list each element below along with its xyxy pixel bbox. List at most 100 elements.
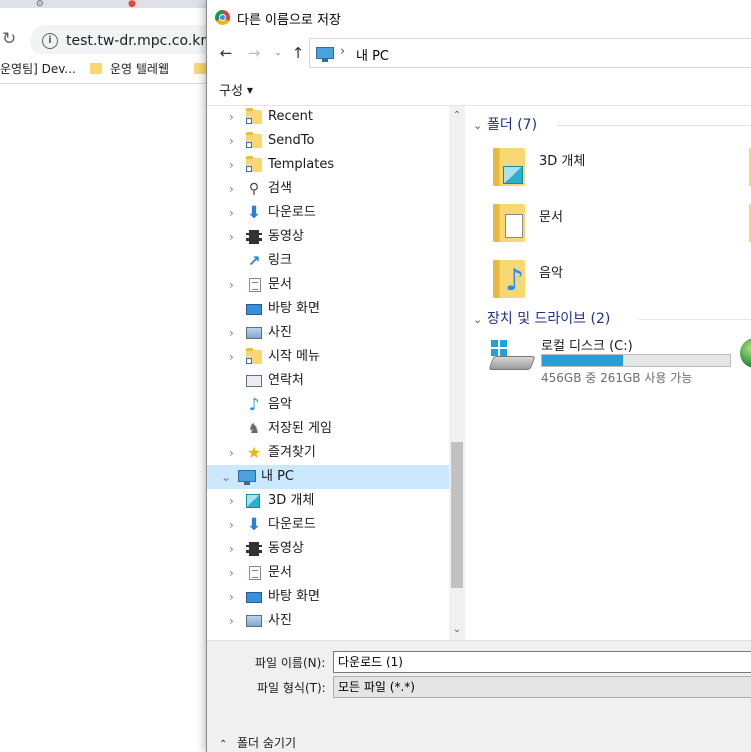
scrollbar-thumb[interactable]: [451, 442, 463, 588]
desktop-icon: [246, 592, 262, 603]
chevron-right-icon[interactable]: ›: [229, 129, 239, 153]
nav-tree-item[interactable]: ↗ 링크: [207, 249, 449, 273]
address-bar[interactable]: › 내 PC: [309, 38, 751, 68]
drive-usage-bar: [541, 354, 731, 367]
chevron-right-icon[interactable]: ›: [229, 609, 239, 633]
nav-tree-item[interactable]: › 사진: [207, 609, 449, 633]
chevron-right-icon[interactable]: ›: [229, 489, 239, 513]
nav-tree-item[interactable]: › SendTo: [207, 129, 449, 153]
nav-tree-item-label: Recent: [268, 109, 313, 124]
folders-group-header[interactable]: ⌄ 폴더 (7): [473, 114, 751, 136]
nav-tree-item[interactable]: › 동영상: [207, 225, 449, 249]
chevron-right-icon[interactable]: ›: [229, 441, 239, 465]
chevron-right-icon[interactable]: ›: [229, 273, 239, 297]
omnibox-url[interactable]: test.tw-dr.mpc.co.kr: [66, 33, 206, 49]
chevron-right-icon[interactable]: ›: [229, 177, 239, 201]
tab-fragment[interactable]: ●: [128, 0, 136, 8]
nav-tree-item[interactable]: › ⬇ 다운로드: [207, 201, 449, 225]
picture-icon: [246, 615, 262, 627]
group-collapse-chevron-icon[interactable]: ⌄: [473, 309, 487, 331]
bookmark-item[interactable]: 운영팀] Dev...: [0, 59, 76, 79]
back-arrow-icon[interactable]: ←: [217, 44, 235, 62]
nav-tree-item[interactable]: › 동영상: [207, 537, 449, 561]
folder-item-3d-objects[interactable]: 3D 개체: [493, 144, 693, 196]
drive-item-local-disk-c[interactable]: 로컬 디스크 (C:) 456GB 중 261GB 사용 가능: [488, 334, 739, 385]
favorites-star-icon: ★: [246, 443, 262, 462]
scroll-down-icon[interactable]: ⌄: [449, 624, 465, 636]
shortcut-folder-icon: [246, 132, 262, 148]
nav-tree-item-label: 동영상: [268, 229, 304, 244]
nav-tree-item[interactable]: › Templates: [207, 153, 449, 177]
chevron-right-icon[interactable]: ›: [229, 561, 239, 585]
nav-tree-item-label: 음악: [268, 397, 292, 412]
this-pc-icon: [238, 470, 256, 485]
drive-free-space: 456GB 중 261GB 사용 가능: [541, 371, 693, 385]
nav-tree-item-label: 동영상: [268, 541, 304, 556]
chevron-right-icon[interactable]: ›: [229, 321, 239, 345]
organize-button[interactable]: 구성 ▼: [219, 80, 253, 99]
nav-tree-item[interactable]: › 바탕 화면: [207, 585, 449, 609]
navigation-pane-scrollbar[interactable]: ⌃ ⌄: [449, 106, 465, 640]
nav-tree-item-label: Templates: [268, 157, 335, 172]
filetype-select[interactable]: 모든 파일 (*.*): [333, 676, 751, 698]
network-drive-icon[interactable]: [740, 338, 751, 368]
filename-input[interactable]: 다운로드 (1): [333, 651, 751, 673]
up-arrow-icon[interactable]: ↑: [289, 44, 307, 62]
chevron-down-icon[interactable]: ⌄: [221, 465, 231, 489]
desktop-icon: [246, 304, 262, 315]
reload-icon[interactable]: ↻: [2, 30, 16, 48]
nav-tree-item[interactable]: › ★ 즐겨찾기: [207, 441, 449, 465]
music-icon: ♪: [248, 395, 260, 415]
site-info-icon[interactable]: i: [42, 33, 58, 49]
group-collapse-chevron-icon[interactable]: ⌄: [473, 115, 487, 137]
nav-tree-item[interactable]: › Recent: [207, 106, 449, 129]
nav-tree-item-label: 다운로드: [268, 517, 316, 532]
nav-tree-item[interactable]: › 사진: [207, 321, 449, 345]
breadcrumb-chevron-icon[interactable]: ›: [340, 44, 345, 59]
nav-tree-item[interactable]: ♞ 저장된 게임: [207, 417, 449, 441]
nav-tree-item[interactable]: ⌄ 내 PC: [207, 465, 449, 489]
bookmark-folder-icon: [90, 63, 102, 74]
navigation-pane[interactable]: › Recent › SendTo › Templates › ⚲ 검색 › ⬇ 다운로드 › 동영상 ↗ 링…: [207, 106, 465, 640]
filename-label: 파일 이름(N):: [255, 656, 326, 670]
chrome-logo-icon: [215, 10, 230, 25]
filetype-label: 파일 형식(T):: [257, 681, 326, 695]
chevron-right-icon[interactable]: ›: [229, 537, 239, 561]
nav-tree-item[interactable]: › 시작 메뉴: [207, 345, 449, 369]
picture-icon: [246, 327, 262, 339]
nav-tree-item[interactable]: 연락처: [207, 369, 449, 393]
nav-tree-item[interactable]: › 3D 개체: [207, 489, 449, 513]
filetype-row: 파일 형식(T): 모든 파일 (*.*): [207, 676, 751, 698]
chevron-right-icon[interactable]: ›: [229, 225, 239, 249]
bookmark-item[interactable]: 운영 텔레웹: [90, 59, 169, 79]
scroll-up-icon[interactable]: ⌃: [449, 110, 465, 122]
document-icon: [249, 278, 261, 292]
chevron-right-icon[interactable]: ›: [229, 585, 239, 609]
chevron-right-icon[interactable]: ›: [229, 106, 239, 129]
nav-tree-item[interactable]: › 문서: [207, 561, 449, 585]
breadcrumb-item[interactable]: 내 PC: [356, 45, 389, 64]
tab-fragment[interactable]: ⊙: [36, 0, 44, 8]
nav-tree-item[interactable]: ♪ 음악: [207, 393, 449, 417]
hide-folders-button[interactable]: ⌃ 폴더 숨기기: [219, 734, 296, 751]
nav-tree-item-label: 3D 개체: [268, 493, 315, 508]
folder-item-music[interactable]: ♪ 음악: [493, 256, 693, 308]
windows-logo-icon: [491, 340, 507, 356]
drives-group-header[interactable]: ⌄ 장치 및 드라이브 (2): [473, 308, 751, 330]
chevron-right-icon[interactable]: ›: [229, 513, 239, 537]
dialog-titlebar[interactable]: 다른 이름으로 저장: [207, 0, 751, 34]
chevron-right-icon[interactable]: ›: [229, 153, 239, 177]
chevron-right-icon[interactable]: ›: [229, 201, 239, 225]
chevron-right-icon[interactable]: ›: [229, 345, 239, 369]
shortcut-folder-icon: [246, 108, 262, 124]
shortcut-folder-icon: [246, 348, 262, 364]
nav-tree-item[interactable]: › ⚲ 검색: [207, 177, 449, 201]
command-bar: 구성 ▼: [207, 72, 751, 106]
forward-arrow-icon[interactable]: →: [245, 44, 263, 62]
nav-tree-item[interactable]: 바탕 화면: [207, 297, 449, 321]
link-icon: ↗: [247, 252, 261, 270]
nav-tree-item[interactable]: › 문서: [207, 273, 449, 297]
nav-tree-item[interactable]: › ⬇ 다운로드: [207, 513, 449, 537]
folder-item-documents[interactable]: 문서: [493, 200, 693, 252]
recent-locations-chevron-icon[interactable]: ⌄: [269, 44, 287, 62]
